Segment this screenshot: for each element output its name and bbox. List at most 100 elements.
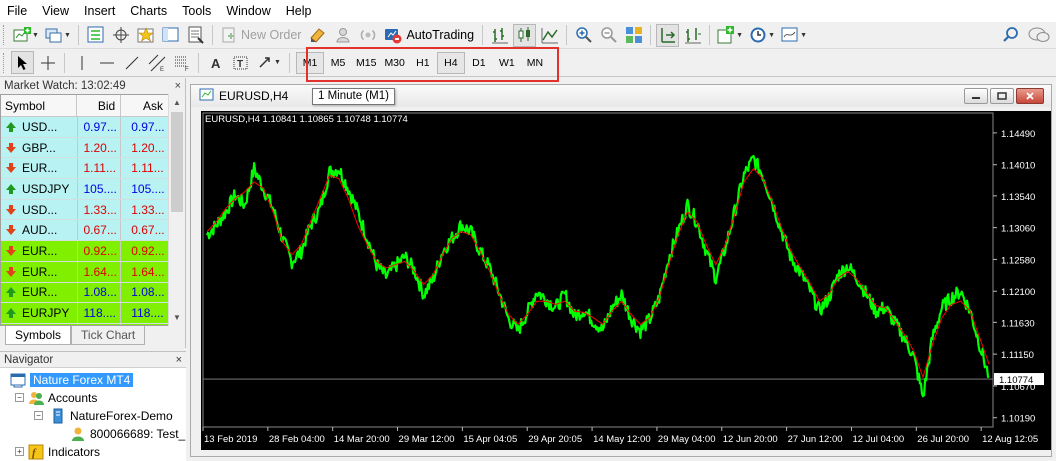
tab-symbols[interactable]: Symbols: [5, 326, 72, 345]
scroll-down-icon[interactable]: ▼: [169, 309, 185, 326]
menu-help[interactable]: Help: [279, 0, 320, 22]
tab-tick-chart[interactable]: Tick Chart: [71, 326, 146, 345]
restore-button[interactable]: [990, 88, 1014, 104]
menu-view[interactable]: View: [35, 0, 77, 22]
fibonacci-button[interactable]: F: [170, 51, 193, 74]
autotrading-button[interactable]: AutoTrading: [380, 24, 478, 47]
bid-cell: 1.08...: [78, 282, 122, 303]
text-tool-button[interactable]: A: [204, 51, 227, 74]
timeframe-m1-button[interactable]: M1: [296, 51, 324, 74]
line-studies-toolbar: E F A T ▼ M1 M5 M15 M30 H1 H4 D1 W1 MN: [0, 49, 1056, 77]
templates-button[interactable]: ▼: [779, 24, 809, 47]
data-window-button[interactable]: [109, 24, 132, 47]
timeframe-m15-button[interactable]: M15: [352, 52, 380, 74]
crosshair-tool-button[interactable]: [36, 51, 59, 74]
market-watch-header: Market Watch: 13:02:49 ×: [0, 78, 185, 94]
column-header-ask[interactable]: Ask: [121, 95, 168, 116]
clock-icon: [750, 27, 766, 43]
scroll-thumb[interactable]: [171, 112, 183, 212]
timeframe-d1-button[interactable]: D1: [465, 52, 493, 74]
toolbar-grip[interactable]: [3, 52, 6, 73]
nav-server-item[interactable]: NatureForex-Demo: [50, 407, 173, 425]
market-watch-row[interactable]: USDJPY 105.... 105....: [1, 179, 168, 200]
menu-window[interactable]: Window: [219, 0, 278, 22]
candlestick-icon: [518, 27, 530, 42]
market-watch-row[interactable]: EUR... 1.64... 1.64...: [1, 261, 168, 283]
market-watch-toggle-button[interactable]: [84, 24, 107, 47]
chat-icon[interactable]: [1028, 26, 1050, 44]
terminal-toggle-button[interactable]: [159, 24, 182, 47]
line-chart-button[interactable]: [538, 24, 561, 47]
horizontal-line-button[interactable]: [95, 51, 118, 74]
menu-tools[interactable]: Tools: [175, 0, 219, 22]
chart-shift-icon: [684, 28, 701, 44]
indicators-button[interactable]: ▼: [715, 24, 745, 47]
standard-toolbar: ▼ ▼ New Order AutoTrading ▼ ▼ ▼: [0, 22, 1056, 49]
candlestick-chart-button[interactable]: [513, 23, 537, 47]
chart-shift-button[interactable]: [681, 24, 704, 47]
autotrading-label: AutoTrading: [406, 28, 475, 42]
indicators-expand-icon[interactable]: +: [15, 447, 24, 456]
metaeditor-button[interactable]: [306, 24, 329, 47]
cursor-tool-button[interactable]: [11, 51, 34, 74]
close-button[interactable]: [1016, 88, 1044, 104]
bid-cell: 1.20...: [78, 137, 122, 158]
accounts-collapse-icon[interactable]: −: [15, 393, 24, 402]
market-watch-row[interactable]: AUD... 0.67... 0.67...: [1, 220, 168, 242]
vertical-line-button[interactable]: [70, 51, 93, 74]
minimize-button[interactable]: [964, 88, 988, 104]
bar-chart-button[interactable]: [488, 24, 511, 47]
profiles-button[interactable]: ▼: [43, 24, 73, 47]
navigator-toggle-button[interactable]: [134, 24, 157, 47]
terminal-root-icon: [10, 373, 26, 388]
timeframe-h4-button[interactable]: H4: [436, 51, 465, 74]
column-header-bid[interactable]: Bid: [77, 95, 122, 116]
timeframe-mn-button[interactable]: MN: [521, 52, 549, 74]
menu-charts[interactable]: Charts: [123, 0, 175, 22]
arrows-button[interactable]: ▼: [254, 51, 284, 74]
auto-scroll-button[interactable]: [656, 23, 680, 47]
market-watch-row[interactable]: GBP... 1.20... 1.20...: [1, 137, 168, 159]
new-order-button[interactable]: New Order: [217, 24, 305, 47]
market-button[interactable]: [356, 24, 379, 47]
search-icon[interactable]: [1002, 26, 1020, 44]
bid-cell: 0.67...: [78, 220, 122, 241]
nav-indicators-item[interactable]: f Indicators: [28, 443, 100, 461]
menu-insert[interactable]: Insert: [77, 0, 123, 22]
new-order-icon: [222, 27, 235, 43]
tile-windows-button[interactable]: [622, 24, 645, 47]
strategy-tester-button[interactable]: [184, 24, 207, 47]
market-watch-row[interactable]: EURJPY 118.... 118....: [1, 303, 168, 324]
text-label-button[interactable]: T: [229, 51, 252, 74]
scroll-up-icon[interactable]: ▲: [169, 94, 185, 111]
column-header-symbol[interactable]: Symbol: [1, 95, 78, 116]
periods-button[interactable]: ▼: [747, 24, 777, 47]
trendline-button[interactable]: [120, 51, 143, 74]
menu-file[interactable]: File: [0, 0, 35, 22]
navigator-close-icon[interactable]: ×: [176, 352, 182, 368]
server-collapse-icon[interactable]: −: [34, 411, 43, 420]
symbol-cell: USDJPY: [1, 179, 78, 199]
market-watch-row[interactable]: EUR... 1.11... 1.11...: [1, 158, 168, 180]
market-watch-close-icon[interactable]: ×: [175, 78, 181, 94]
market-watch-row[interactable]: USD... 1.33... 1.33...: [1, 199, 168, 221]
price-chart[interactable]: 1.14490 1.14010 1.13540 1.13060 1.12580 1.121…: [201, 111, 1051, 450]
timeframe-w1-button[interactable]: W1: [493, 52, 521, 74]
timeframe-h1-button[interactable]: H1: [409, 52, 437, 74]
nav-root-item[interactable]: Nature Forex MT4: [10, 371, 134, 389]
market-watch-row[interactable]: EUR... 1.08... 1.08...: [1, 282, 168, 304]
market-watch-row[interactable]: EUR... 0.92... 0.92...: [1, 241, 168, 262]
zoom-in-button[interactable]: [572, 24, 595, 47]
equidistant-channel-button[interactable]: E: [145, 51, 168, 74]
timeframe-m30-button[interactable]: M30: [380, 52, 408, 74]
toolbar-grip[interactable]: [3, 25, 6, 45]
svg-text:F: F: [185, 67, 189, 72]
nav-account-item[interactable]: 800066689: Test_: [70, 425, 185, 443]
signals-button[interactable]: [331, 24, 354, 47]
market-watch-scrollbar[interactable]: ▲ ▼: [168, 94, 185, 326]
zoom-out-button[interactable]: [597, 24, 620, 47]
market-watch-row[interactable]: USD... 0.97... 0.97...: [1, 117, 168, 138]
timeframe-m5-button[interactable]: M5: [324, 52, 352, 74]
nav-accounts-item[interactable]: Accounts: [28, 389, 97, 407]
new-chart-button[interactable]: ▼: [11, 24, 41, 47]
